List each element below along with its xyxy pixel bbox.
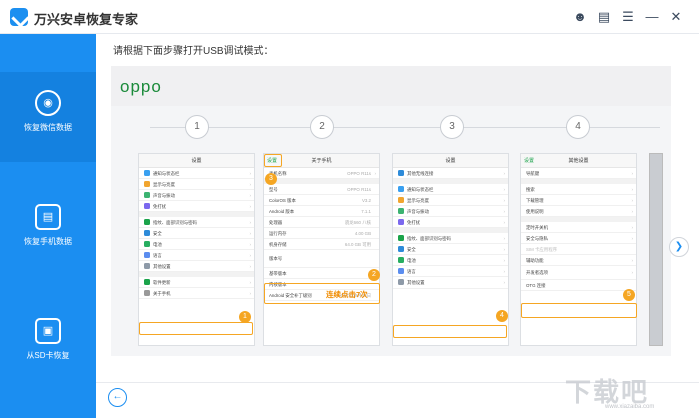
highlight-back: [264, 154, 282, 167]
list-item: 关于手机 ›: [139, 288, 254, 299]
phone-screen-3: 设置 其他无线连接 › 通知与状态栏 › 显示与亮度 › 声音与振动 › 免打扰 › 指纹…: [392, 153, 509, 346]
list-item: SIM 卡应用程序: [521, 244, 636, 255]
list-item: 语言 ›: [139, 250, 254, 261]
list-item: 显示与亮度 ›: [139, 179, 254, 190]
sidebar-item-label: 从SD卡恢复: [26, 351, 70, 360]
phone-title: 设置: [393, 154, 508, 168]
step-badge: 3: [265, 173, 277, 185]
step-3: 3: [440, 115, 464, 139]
list-item: 其他设置 ›: [139, 261, 254, 272]
step-badge: 1: [239, 311, 251, 323]
step-1: 1: [185, 115, 209, 139]
step-4: 4: [566, 115, 590, 139]
list-item: 通知与状态栏 ›: [393, 184, 508, 195]
back-arrow-icon[interactable]: ←: [108, 388, 127, 407]
list-item: 辅助功能 ›: [521, 255, 636, 266]
list-item: 声音与振动 ›: [139, 190, 254, 201]
phone-data-icon: ▤: [35, 204, 61, 230]
sidebar: ◉ 恢复微信数据 ▤ 恢复手机数据 ▣ 从SD卡恢复: [0, 34, 96, 418]
phone-screen-peek: [649, 153, 663, 346]
list-item: 机身存储 64.0 GB 可用: [264, 239, 379, 250]
list-item: 下载管理 ›: [521, 195, 636, 206]
list-item: 电池 ›: [139, 239, 254, 250]
phone-title: 设置 其他设置: [521, 154, 636, 168]
list-item: 指纹、面部识别与密码 ›: [139, 217, 254, 228]
list-item: ColorOS 版本 V3.2: [264, 195, 379, 206]
list-item: 使用说明 ›: [521, 206, 636, 217]
app-logo-icon: [10, 8, 28, 26]
book-icon[interactable]: ▤: [596, 9, 612, 25]
list-item: 声音与振动 ›: [393, 206, 508, 217]
list-item: 搜索 ›: [521, 184, 636, 195]
list-item: 运行内存 4.00 GB: [264, 228, 379, 239]
brand-bar: [111, 66, 671, 106]
list-item: 手机名称 OPPO R11s ›: [264, 168, 379, 179]
list-item: 其他无线连接 ›: [393, 168, 508, 179]
sd-card-icon: ▣: [35, 318, 61, 344]
list-item: 安全 ›: [393, 244, 508, 255]
list-item: 显示与亮度 ›: [393, 195, 508, 206]
list-item: 软件更新 ›: [139, 277, 254, 288]
list-item: OTG 连接: [521, 280, 636, 291]
sidebar-item-phone-data[interactable]: ▤ 恢复手机数据: [0, 186, 96, 276]
list-item: 安全与隐私 ›: [521, 233, 636, 244]
app-title: 万兴安卓恢复专家: [34, 12, 139, 27]
highlight-about-phone: [139, 322, 253, 335]
highlight-other-settings: [393, 325, 507, 338]
list-item: 版本号: [264, 250, 379, 268]
list-item: 电池 ›: [393, 255, 508, 266]
step-badge: 4: [496, 310, 508, 322]
step-badge: 5: [623, 289, 635, 301]
tap-hint: 连续点击7次: [326, 290, 368, 299]
list-item: 开发者选项 ›: [521, 266, 636, 280]
title-bar: 万兴安卓恢复专家 ☻ ▤ ☰ — ✕: [0, 0, 699, 34]
list-item: 基带版本: [264, 268, 379, 279]
next-arrow-icon[interactable]: ❯: [669, 237, 689, 257]
sidebar-item-label: 恢复手机数据: [24, 237, 72, 246]
watermark-url: www.xiazaiba.com: [605, 404, 655, 410]
phone-screen-2: 设置 关于手机 手机名称 OPPO R11s › 型号 OPPO R11s ColorO…: [263, 153, 380, 346]
list-item: 安全 ›: [139, 228, 254, 239]
list-item: Android 版本 7.1.1: [264, 206, 379, 217]
list-item: 型号 OPPO R11s: [264, 184, 379, 195]
list-item: 处理器 骁龙660 八核: [264, 217, 379, 228]
list-item: 定时开关机 ›: [521, 222, 636, 233]
list-item: 导航键 ›: [521, 168, 636, 179]
sidebar-item-wechat[interactable]: ◉ 恢复微信数据: [0, 72, 96, 162]
highlight-developer-options: [521, 303, 637, 318]
user-icon[interactable]: ☻: [572, 9, 588, 25]
sidebar-item-sd-card[interactable]: ▣ 从SD卡恢复: [0, 300, 96, 390]
phone-screen-1: 设置 通知与状态栏 › 显示与亮度 › 声音与振动 › 免打扰 › 指纹、面部识别与密码…: [138, 153, 255, 346]
list-item: 语言 ›: [393, 266, 508, 277]
list-item: 指纹、面部识别与密码 ›: [393, 233, 508, 244]
menu-icon[interactable]: ☰: [620, 9, 636, 25]
phone-title: 设置: [139, 154, 254, 168]
instruction-text: 请根据下面步骤打开USB调试模式：: [113, 46, 274, 57]
wechat-icon: ◉: [35, 90, 61, 116]
minimize-icon[interactable]: —: [644, 9, 660, 25]
step-2: 2: [310, 115, 334, 139]
list-item: 其他设置 ›: [393, 277, 508, 289]
step-badge: 2: [368, 269, 380, 281]
oppo-logo: oppo: [120, 77, 162, 96]
list-item: 通知与状态栏 ›: [139, 168, 254, 179]
list-item: 免打扰 ›: [393, 217, 508, 228]
close-icon[interactable]: ✕: [668, 9, 684, 25]
list-item: 免打扰 ›: [139, 201, 254, 212]
sidebar-item-label: 恢复微信数据: [24, 123, 72, 132]
